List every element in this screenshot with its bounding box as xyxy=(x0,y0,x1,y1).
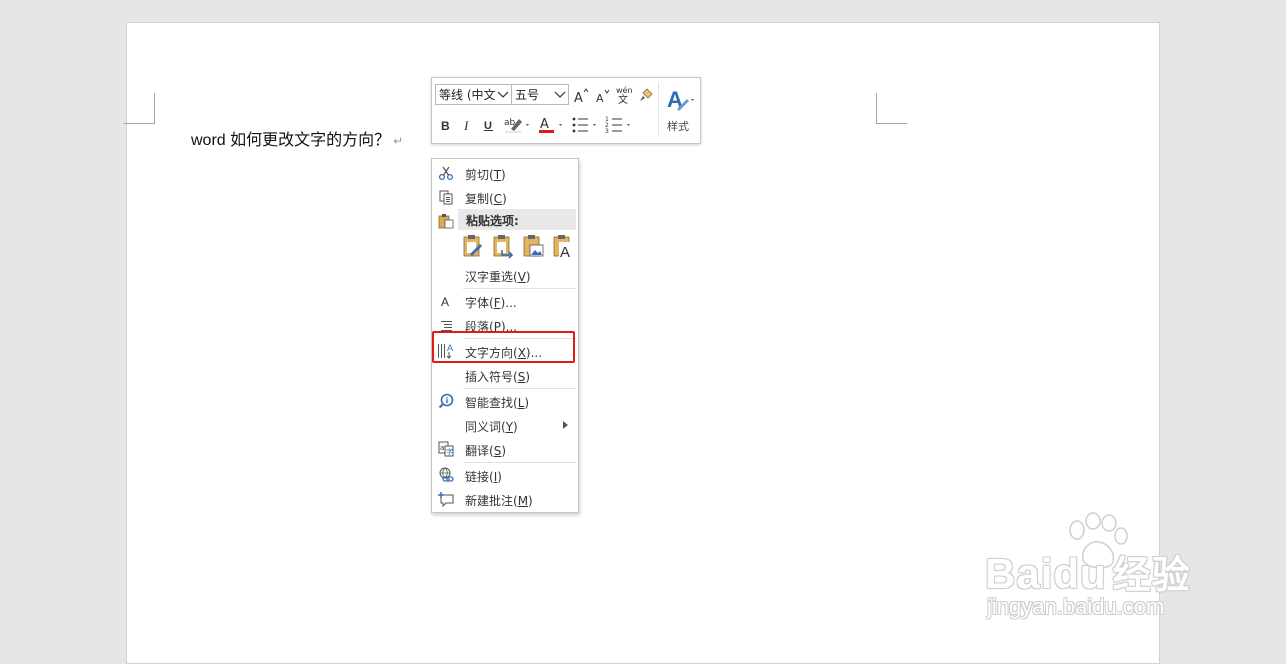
menu-label-end: ) xyxy=(525,270,531,284)
font-size-combo[interactable]: 五号 xyxy=(511,84,569,105)
chevron-down-icon[interactable] xyxy=(495,85,511,104)
menu-item-copy[interactable]: 复制(C) xyxy=(432,185,578,209)
translate-icon: a字 xyxy=(437,440,455,458)
paste-keep-source-icon[interactable] xyxy=(462,234,488,260)
document-text-line[interactable]: word 如何更改文字的方向？ ↵ xyxy=(191,126,403,150)
menu-label-end: ) xyxy=(528,494,533,508)
paste-text-only-icon[interactable]: A xyxy=(552,234,578,261)
link-icon xyxy=(437,466,455,484)
menu-label: 剪切( xyxy=(465,168,494,182)
menu-label-end: ) xyxy=(501,168,506,182)
paragraph-mark: ↵ xyxy=(393,134,404,148)
menu-label: 翻译( xyxy=(465,444,494,458)
menu-accel: C xyxy=(493,192,503,206)
copy-icon xyxy=(437,188,455,206)
menu-item-link[interactable]: 链接(I) xyxy=(432,463,578,487)
paste-options: A xyxy=(462,234,578,262)
menu-accel: V xyxy=(517,270,526,284)
svg-text:a: a xyxy=(440,444,444,452)
submenu-arrow-icon xyxy=(563,421,568,429)
menu-item-insert-symbol[interactable]: 插入符号(S) xyxy=(432,363,578,387)
svg-text:A: A xyxy=(441,295,449,308)
svg-text:B: B xyxy=(441,119,450,132)
menu-accel: Y xyxy=(505,420,514,434)
menu-accel: F xyxy=(493,296,501,310)
menu-label-end: ) xyxy=(497,470,502,484)
svg-text:wén: wén xyxy=(616,85,633,95)
margin-corner-top-left xyxy=(124,93,155,124)
svg-text:A: A xyxy=(540,117,549,132)
new-comment-icon xyxy=(437,490,455,508)
shrink-font-icon[interactable]: A xyxy=(594,86,612,106)
styles-button[interactable]: A 样式 xyxy=(658,82,697,137)
font-color-icon[interactable]: A xyxy=(536,114,566,136)
bullets-icon[interactable] xyxy=(570,114,600,136)
underline-icon[interactable]: U xyxy=(482,116,496,134)
svg-text:A: A xyxy=(574,91,583,104)
smart-lookup-icon xyxy=(437,392,455,410)
menu-item-smart-lookup[interactable]: 智能查找(L) xyxy=(432,389,578,413)
paste-options-header: 粘贴选项: xyxy=(458,209,576,230)
format-painter-icon[interactable] xyxy=(637,85,655,105)
margin-corner-top-right xyxy=(876,93,907,124)
menu-item-font[interactable]: A 字体(F)... xyxy=(432,289,578,313)
scissors-icon xyxy=(437,164,455,182)
italic-icon[interactable]: I xyxy=(461,116,475,134)
svg-text:字: 字 xyxy=(446,447,453,456)
menu-label: 插入符号( xyxy=(465,370,518,384)
menu-label: 复制( xyxy=(465,192,494,206)
menu-label: 新建批注( xyxy=(465,494,518,508)
styles-label: 样式 xyxy=(667,120,689,133)
menu-item-synonyms[interactable]: 同义词(Y) xyxy=(432,413,578,437)
menu-label: 链接( xyxy=(465,470,494,484)
menu-item-new-comment[interactable]: 新建批注(M) xyxy=(432,487,578,511)
paste-options-label: 粘贴选项: xyxy=(466,214,519,228)
menu-label: 字体( xyxy=(465,296,494,310)
clipboard-icon xyxy=(437,212,455,230)
menu-accel: M xyxy=(517,494,529,508)
svg-text:文: 文 xyxy=(618,93,628,105)
menu-accel: T xyxy=(493,168,502,182)
mini-toolbar: 等线 (中文 五号 A A wén 文 B I U ab A 123 A 样式 xyxy=(431,77,701,144)
menu-label-end: )... xyxy=(500,296,517,310)
menu-item-translate[interactable]: a字 翻译(S) xyxy=(432,437,578,461)
menu-label: 智能查找( xyxy=(465,396,518,410)
menu-label-end: ) xyxy=(525,370,530,384)
menu-label-end: ) xyxy=(501,444,506,458)
menu-label-end: ) xyxy=(524,396,530,410)
menu-label-end: ) xyxy=(513,420,518,434)
font-name-combo[interactable]: 等线 (中文 xyxy=(435,84,512,105)
annotation-highlight-box xyxy=(432,331,575,363)
document-text[interactable]: word 如何更改文字的方向？ xyxy=(191,132,390,149)
grow-font-icon[interactable]: A xyxy=(572,86,590,106)
svg-text:A: A xyxy=(560,244,570,260)
paste-merge-format-icon[interactable] xyxy=(492,234,518,260)
menu-label: 汉字重选( xyxy=(465,270,518,284)
font-name-value: 等线 (中文 xyxy=(439,88,495,102)
svg-text:3: 3 xyxy=(605,128,609,135)
menu-item-reconvert[interactable]: 汉字重选(V) xyxy=(432,263,578,287)
bold-icon[interactable]: B xyxy=(439,116,453,134)
menu-label: 同义词( xyxy=(465,420,506,434)
highlight-color-icon[interactable]: ab xyxy=(502,114,532,136)
paste-picture-icon[interactable] xyxy=(522,234,548,260)
font-icon: A xyxy=(437,292,455,310)
menu-item-cut[interactable]: 剪切(T) xyxy=(432,161,578,185)
menu-label-end: ) xyxy=(502,192,507,206)
chevron-down-icon[interactable] xyxy=(552,85,568,104)
svg-text:A: A xyxy=(596,92,604,104)
font-size-value: 五号 xyxy=(515,88,540,102)
svg-text:I: I xyxy=(463,118,469,132)
phonetic-guide-icon[interactable]: wén 文 xyxy=(614,84,634,106)
numbering-icon[interactable]: 123 xyxy=(604,114,634,136)
styles-icon: A xyxy=(665,84,695,114)
